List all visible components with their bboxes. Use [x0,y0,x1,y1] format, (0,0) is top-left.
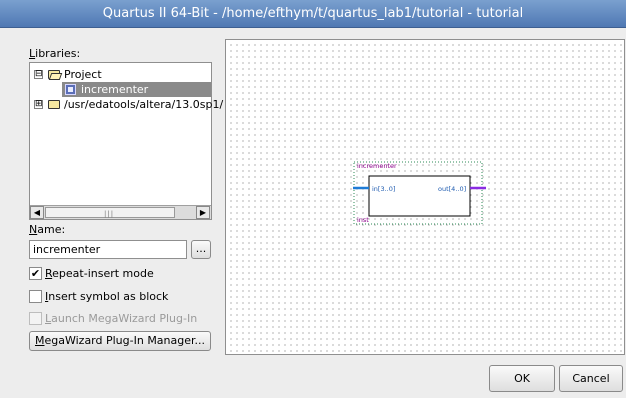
launch-megawizard-checkbox[interactable] [29,312,42,325]
tree-item-label: /usr/edatools/altera/13.0sp1/ [64,98,224,111]
symbol-body[interactable] [368,175,471,217]
megawizard-manager-button[interactable]: MegaWizard Plug-In Manager... [29,331,211,351]
repeat-insert-label: Repeat-insert mode [45,267,154,280]
scroll-right-icon[interactable]: ▶ [196,206,210,219]
name-field[interactable]: incrementer [29,240,187,259]
insert-block-checkbox[interactable] [29,290,42,303]
collapse-icon[interactable]: ⊟ [34,70,43,79]
folder-icon [48,100,60,109]
instance-name: inst [357,216,369,224]
open-folder-icon [48,70,60,79]
symbol-preview: incrementer in[3..0] out[4..0] inst [353,161,486,225]
input-port-label: in[3..0] [372,185,395,193]
output-port-label: out[4..0] [438,185,466,193]
grip-icon: ||| [104,210,115,218]
repeat-insert-checkbox[interactable]: ✔ [29,267,42,280]
symbol-name: incrementer [357,162,397,170]
symbol-file-icon [65,84,76,95]
browse-button[interactable]: ... [191,240,211,259]
name-label: Name: [29,223,66,236]
libraries-label: Libraries: [29,47,81,60]
expand-icon[interactable]: ⊞ [34,100,43,109]
launch-megawizard-label: Launch MegaWizard Plug-In [45,312,198,325]
insert-block-label: Insert symbol as block [45,290,169,303]
symbol-preview-canvas[interactable]: incrementer in[3..0] out[4..0] inst [225,39,625,355]
library-tree[interactable]: ⊟ Project incrementer ⊞ /usr/edatools/al… [29,62,223,220]
scrollbar-thumb[interactable]: ||| [45,207,175,218]
checkmark-icon: ✔ [30,267,41,280]
tree-item-altera-library[interactable]: ⊞ /usr/edatools/altera/13.0sp1/ [30,97,223,112]
horizontal-scrollbar[interactable]: ◀ ||| ▶ [30,205,211,219]
ok-button[interactable]: OK [489,365,555,392]
window-title: Quartus II 64-Bit - /home/efthym/t/quart… [102,6,524,21]
scroll-left-icon[interactable]: ◀ [30,206,44,219]
tree-item-label: incrementer [81,83,149,96]
tree-item-label: Project [64,68,102,81]
tree-item-project[interactable]: ⊟ Project [30,67,211,82]
cancel-button[interactable]: Cancel [559,365,623,392]
window-title-bar[interactable]: Quartus II 64-Bit - /home/efthym/t/quart… [0,0,626,28]
tree-item-incrementer[interactable]: incrementer [62,82,211,97]
